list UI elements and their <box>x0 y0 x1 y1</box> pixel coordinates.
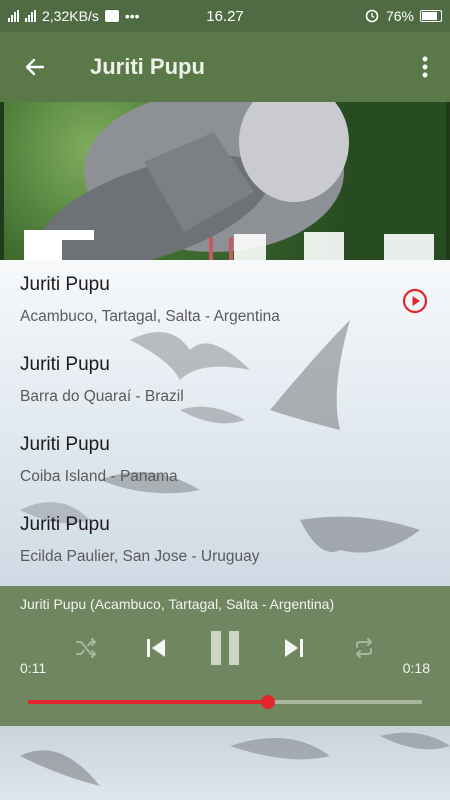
track-location: Coiba Island - Panama <box>20 468 178 485</box>
more-notifications-icon: ••• <box>124 8 140 24</box>
repeat-button[interactable] <box>344 622 384 674</box>
alarm-icon <box>364 7 380 26</box>
seek-thumb[interactable] <box>261 695 276 709</box>
shuffle-button[interactable] <box>66 622 106 674</box>
arrow-left-icon <box>25 58 45 76</box>
previous-button[interactable] <box>136 622 176 674</box>
background-photo-bottom <box>0 726 450 800</box>
pause-button[interactable] <box>200 622 250 674</box>
track-title: Juriti Pupu <box>20 514 110 535</box>
track-title: Juriti Pupu <box>20 434 110 455</box>
battery-percent: 76% <box>385 8 414 24</box>
track-title: Juriti Pupu <box>20 274 110 295</box>
header-image <box>0 102 450 260</box>
dove-photo <box>24 102 434 260</box>
track-location: Acambuco, Tartagal, Salta - Argentina <box>20 308 280 325</box>
repeat-icon <box>356 638 372 658</box>
now-playing-title: Juriti Pupu (Acambuco, Tartagal, Salta -… <box>20 596 335 612</box>
skip-previous-icon <box>147 639 165 657</box>
notification-icon <box>104 10 119 22</box>
list-item[interactable]: Juriti Pupu Ecilda Paulier, San Jose - U… <box>0 500 450 580</box>
player-panel: Juriti Pupu (Acambuco, Tartagal, Salta -… <box>0 586 450 726</box>
seek-bar[interactable] <box>28 695 422 709</box>
track-list: Juriti Pupu Acambuco, Tartagal, Salta - … <box>0 260 450 586</box>
signal-2-icon <box>25 10 36 22</box>
next-button[interactable] <box>274 622 314 674</box>
page-title: Juriti Pupu <box>90 54 205 79</box>
status-right: 76% <box>364 7 442 26</box>
shuffle-icon <box>76 638 96 658</box>
signal-icon <box>8 10 19 22</box>
seek-progress <box>28 700 269 704</box>
app-bar: Juriti Pupu <box>0 32 450 102</box>
list-item[interactable]: Juriti Pupu Barra do Quaraí - Brazil <box>0 340 450 420</box>
status-bar: 2,32KB/s ••• 16.27 76% <box>0 0 450 32</box>
back-button[interactable] <box>0 32 70 102</box>
list-item[interactable]: Juriti Pupu Acambuco, Tartagal, Salta - … <box>0 260 450 340</box>
player-controls <box>0 622 450 674</box>
status-left: 2,32KB/s ••• <box>8 8 140 24</box>
current-time: 0:11 <box>20 660 47 676</box>
total-time: 0:18 <box>402 660 430 676</box>
status-time: 16.27 <box>206 7 244 25</box>
header-photo-frame <box>4 102 446 260</box>
net-speed: 2,32KB/s <box>42 8 99 24</box>
track-location: Barra do Quaraí - Brazil <box>20 388 184 405</box>
skip-next-icon <box>285 639 303 657</box>
birds-background-bottom <box>20 732 450 786</box>
list-item[interactable]: Juriti Pupu Coiba Island - Panama <box>0 420 450 500</box>
track-title: Juriti Pupu <box>20 354 110 375</box>
play-circle-icon[interactable] <box>402 288 428 314</box>
more-vert-icon <box>422 56 428 78</box>
overflow-menu-button[interactable] <box>400 32 450 102</box>
battery-icon <box>420 10 442 22</box>
track-location: Ecilda Paulier, San Jose - Uruguay <box>20 548 260 565</box>
pause-icon <box>211 631 239 665</box>
